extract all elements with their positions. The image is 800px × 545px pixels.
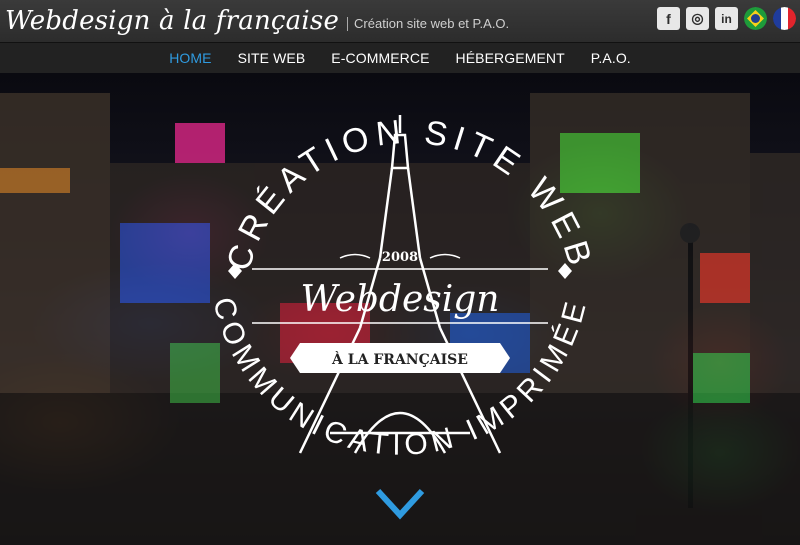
flag-france-icon[interactable] [773,7,796,30]
flag-brazil-icon[interactable] [744,7,767,30]
nav-pao[interactable]: P.A.O. [578,50,644,66]
ribbon-text: À LA FRANÇAISE [331,350,468,368]
tagline: Création site web et P.A.O. [347,17,509,31]
hero-banner: CRÉATION SITE WEB COMMUNICATION IMPRIMÉE… [0,73,800,545]
main-nav: HOME SITE WEB E-COMMERCE HÉBERGEMENT P.A… [0,42,800,73]
site-header: Webdesign à la française Création site w… [0,0,800,42]
nav-hebergement[interactable]: HÉBERGEMENT [443,50,578,66]
facebook-icon[interactable]: f [657,7,680,30]
brand-logo[interactable]: Webdesign à la française [5,6,339,36]
instagram-icon[interactable]: ◎ [686,7,709,30]
logo-word: Webdesign [301,279,500,320]
hero-artwork: CRÉATION SITE WEB COMMUNICATION IMPRIMÉE… [0,93,800,545]
linkedin-icon[interactable]: in [715,7,738,30]
nav-home[interactable]: HOME [156,50,224,66]
nav-e-commerce[interactable]: E-COMMERCE [318,50,442,66]
nav-site-web[interactable]: SITE WEB [225,50,319,66]
year-label: 2008 [382,250,418,265]
social-links: f ◎ in [657,7,796,30]
